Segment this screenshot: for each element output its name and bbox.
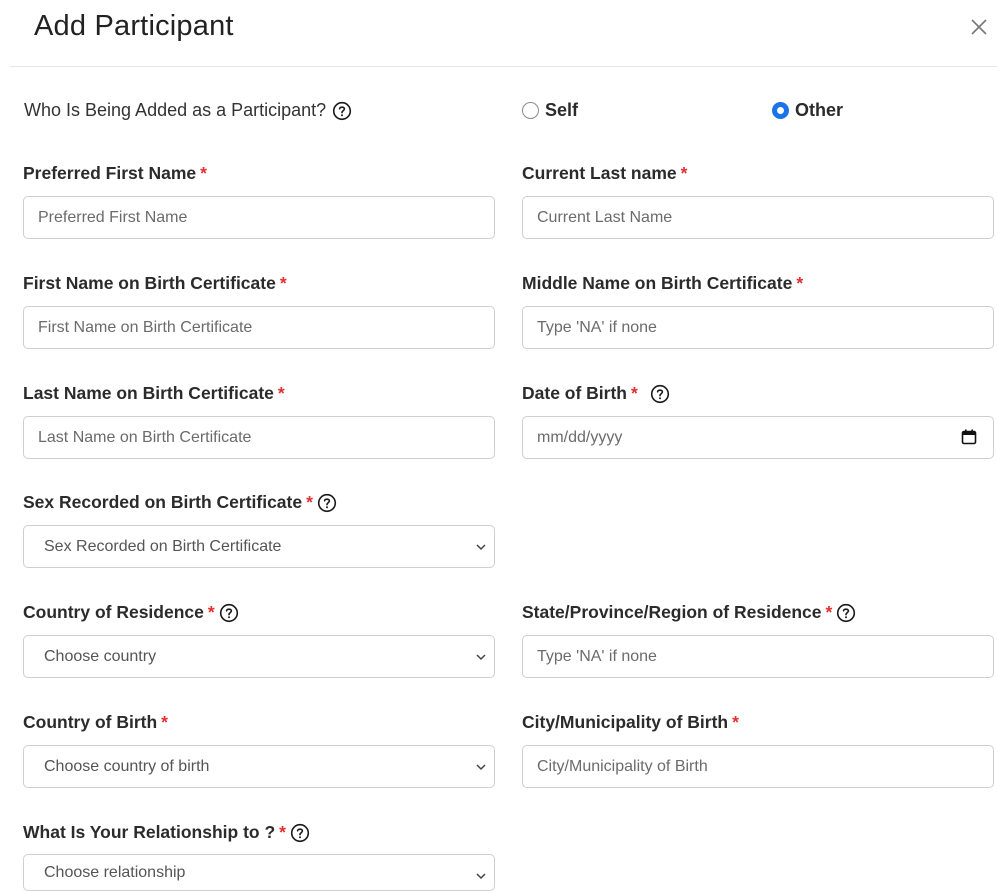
help-icon[interactable] [836,603,856,623]
last-name-birth-input[interactable]: Last Name on Birth Certificate [23,416,495,459]
preferred-first-name-text: Preferred First Name [23,163,197,183]
chevron-down-icon [476,764,486,771]
required-marker: * [732,712,739,732]
date-of-birth-text: Date of Birth [522,383,627,403]
participant-type-label: Who Is Being Added as a Participant? [24,100,327,120]
radio-other-label: Other [795,100,844,120]
first-name-birth-input[interactable]: First Name on Birth Certificate [23,306,495,349]
current-last-name-placeholder: Current Last Name [537,208,673,226]
city-birth-placeholder: City/Municipality of Birth [537,757,708,775]
country-birth-text: Country of Birth [23,712,158,732]
required-marker: * [279,822,286,842]
first-name-birth-label: First Name on Birth Certificate * [23,273,287,294]
help-icon[interactable] [332,101,352,121]
date-of-birth-input[interactable]: mm/dd/yyyy [522,416,994,459]
last-name-birth-text: Last Name on Birth Certificate [23,383,274,403]
help-icon[interactable] [290,823,310,843]
participant-type-question: Who Is Being Added as a Participant? [24,100,352,121]
country-residence-text: Country of Residence [23,602,204,622]
country-birth-value: Choose country of birth [44,757,210,775]
preferred-first-name-label: Preferred First Name * [23,163,207,184]
required-marker: * [825,602,833,622]
country-birth-label: Country of Birth * [23,712,168,733]
preferred-first-name-placeholder: Preferred First Name [38,208,188,226]
middle-name-birth-text: Middle Name on Birth Certificate [522,273,793,293]
close-icon[interactable] [968,16,990,38]
state-residence-input[interactable]: Type 'NA' if none [522,635,994,678]
preferred-first-name-input[interactable]: Preferred First Name [23,196,495,239]
required-marker: * [161,712,168,732]
relationship-label: What Is Your Relationship to ? * [23,822,310,843]
sex-birth-text: Sex Recorded on Birth Certificate [23,492,303,512]
chevron-down-icon [476,544,486,551]
chevron-down-icon [476,654,486,661]
relationship-value: Choose relationship [44,863,186,881]
last-name-birth-label: Last Name on Birth Certificate * [23,383,285,404]
radio-other[interactable]: Other [772,100,843,121]
city-birth-label: City/Municipality of Birth * [522,712,739,733]
help-icon[interactable] [650,384,670,404]
required-marker: * [796,273,804,293]
modal-title: Add Participant [34,10,234,42]
date-of-birth-placeholder: mm/dd/yyyy [537,428,623,446]
radio-self-label: Self [545,100,579,120]
radio-other-circle[interactable] [772,102,789,119]
required-marker: * [279,273,287,293]
calendar-icon[interactable] [961,429,977,445]
country-residence-value: Choose country [44,647,157,665]
help-icon[interactable] [317,493,337,513]
city-birth-input[interactable]: City/Municipality of Birth [522,745,994,788]
first-name-birth-text: First Name on Birth Certificate [23,273,276,293]
middle-name-birth-label: Middle Name on Birth Certificate * [522,273,803,294]
sex-birth-label: Sex Recorded on Birth Certificate * [23,492,337,513]
required-marker: * [306,492,313,512]
radio-self-circle[interactable] [522,102,539,119]
required-marker: * [631,383,638,403]
last-name-birth-placeholder: Last Name on Birth Certificate [38,428,252,446]
chevron-down-icon [476,873,486,880]
current-last-name-input[interactable]: Current Last Name [522,196,994,239]
help-icon[interactable] [219,603,239,623]
first-name-birth-placeholder: First Name on Birth Certificate [38,318,253,336]
date-of-birth-label: Date of Birth * [522,383,670,404]
required-marker: * [680,163,688,183]
required-marker: * [207,602,215,622]
current-last-name-label: Current Last name * [522,163,687,184]
state-residence-label: State/Province/Region of Residence * [522,602,856,623]
current-last-name-text: Current Last name [522,163,677,183]
state-residence-text: State/Province/Region of Residence [522,602,822,622]
relationship-text: What Is Your Relationship to ? [23,822,276,842]
header-divider [10,66,997,67]
state-residence-placeholder: Type 'NA' if none [537,647,657,665]
sex-birth-value: Sex Recorded on Birth Certificate [44,537,282,555]
middle-name-birth-input[interactable]: Type 'NA' if none [522,306,994,349]
required-marker: * [277,383,285,403]
country-residence-label: Country of Residence * [23,602,239,623]
relationship-select[interactable]: Choose relationship [23,854,495,891]
city-birth-text: City/Municipality of Birth [522,712,729,732]
country-birth-select[interactable]: Choose country of birth [23,745,495,788]
country-residence-select[interactable]: Choose country [23,635,495,678]
sex-birth-select[interactable]: Sex Recorded on Birth Certificate [23,525,495,568]
required-marker: * [200,163,207,183]
radio-self[interactable]: Self [522,100,578,121]
middle-name-birth-placeholder: Type 'NA' if none [537,318,657,336]
